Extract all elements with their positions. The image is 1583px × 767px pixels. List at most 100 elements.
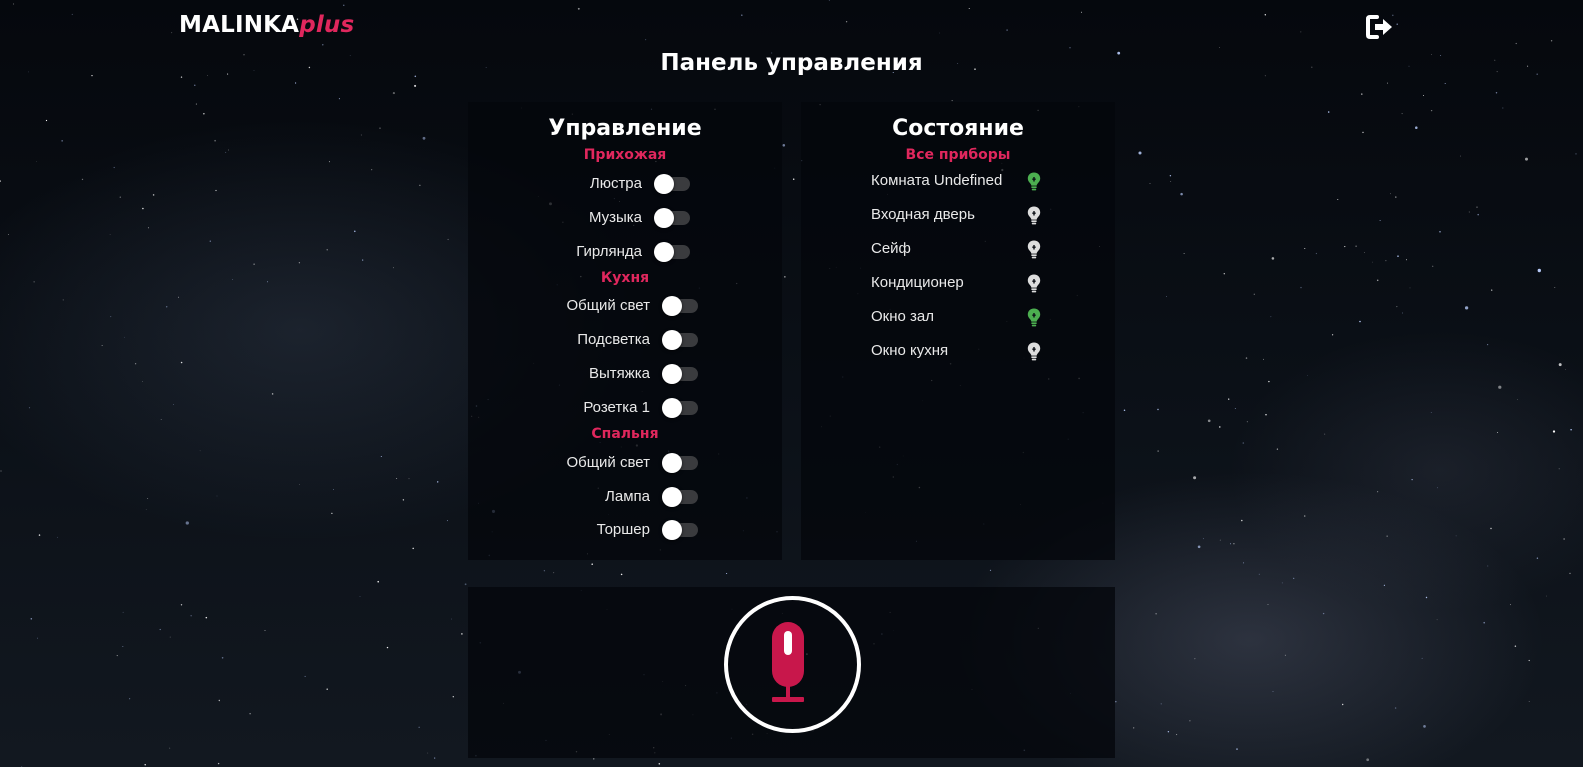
star: [362, 259, 364, 261]
star: [1377, 491, 1379, 493]
device-toggle[interactable]: [654, 242, 690, 262]
star: [1271, 257, 1275, 260]
lightbulb-icon: [1027, 274, 1041, 293]
sign-out-icon: [1366, 15, 1392, 39]
star: [36, 160, 37, 162]
star: [1514, 645, 1517, 647]
star: [328, 161, 330, 163]
star: [1394, 707, 1397, 709]
device-toggle[interactable]: [654, 208, 690, 228]
star: [1476, 206, 1478, 208]
star: [1525, 157, 1528, 161]
status-panel: Состояние Все приборы Комната Undefined В…: [801, 102, 1115, 560]
toggle-knob: [662, 364, 682, 384]
star: [1546, 595, 1548, 597]
device-toggle[interactable]: [662, 398, 698, 418]
star: [1487, 565, 1489, 567]
device-toggle[interactable]: [662, 520, 698, 540]
star: [160, 419, 162, 420]
star: [1303, 515, 1306, 517]
star: [264, 630, 266, 631]
logout-button[interactable]: [1366, 14, 1394, 40]
star: [322, 44, 324, 46]
star: [216, 495, 218, 497]
star: [1265, 413, 1267, 416]
star: [437, 481, 439, 483]
star: [227, 149, 230, 151]
star: [1397, 255, 1399, 257]
star: [271, 393, 274, 395]
star: [1464, 306, 1469, 310]
star: [1477, 213, 1479, 216]
star: [1537, 268, 1541, 273]
toggle-knob: [654, 242, 674, 262]
control-panel: Управление Прихожая Люстра Музыка Гирлянда К…: [468, 102, 782, 560]
star: [1430, 109, 1433, 112]
device-label: Лампа: [605, 488, 650, 505]
star: [427, 752, 429, 754]
device-label: Люстра: [589, 175, 642, 192]
star: [61, 140, 63, 142]
device-control-row: Розетка 1: [468, 398, 782, 419]
star: [333, 489, 334, 490]
star: [414, 84, 417, 87]
star: [782, 144, 786, 147]
device-label: Розетка 1: [583, 399, 650, 416]
star: [180, 76, 183, 78]
star: [741, 14, 743, 16]
brand-logo[interactable]: MALINKAplus: [179, 12, 354, 38]
device-toggle[interactable]: [662, 330, 698, 350]
star: [1270, 316, 1272, 318]
voice-command-button[interactable]: [724, 596, 861, 733]
device-toggle[interactable]: [662, 364, 698, 384]
star: [1387, 82, 1388, 84]
star: [1219, 426, 1221, 428]
star: [418, 726, 420, 728]
star: [1487, 344, 1489, 346]
star: [1243, 562, 1245, 564]
star: [267, 281, 269, 283]
lightbulb-icon: [1027, 308, 1041, 327]
star: [1517, 399, 1519, 400]
toggle-knob: [662, 487, 682, 507]
device-toggle[interactable]: [662, 453, 698, 473]
star: [392, 92, 395, 95]
toggle-knob: [662, 398, 682, 418]
star: [1138, 151, 1142, 155]
star: [326, 249, 328, 251]
star: [1069, 47, 1071, 49]
star: [1468, 211, 1470, 213]
star: [299, 484, 300, 485]
star: [1396, 23, 1398, 25]
star: [13, 3, 15, 5]
star: [343, 4, 345, 6]
device-control-row: Подсветка: [468, 330, 782, 351]
star: [1293, 577, 1295, 580]
star: [57, 536, 58, 538]
star: [1421, 657, 1423, 659]
lightbulb-icon: [1027, 206, 1041, 225]
star: [1228, 398, 1230, 400]
device-label: Общий свет: [566, 297, 650, 314]
star: [1300, 286, 1302, 289]
star: [144, 763, 146, 766]
star: [371, 169, 373, 171]
star: [1183, 253, 1185, 254]
star: [591, 563, 593, 565]
device-toggle[interactable]: [662, 296, 698, 316]
device-toggle[interactable]: [654, 174, 690, 194]
star: [951, 100, 953, 102]
star: [1409, 287, 1411, 289]
star: [101, 345, 103, 346]
device-toggle[interactable]: [662, 487, 698, 507]
device-status-row: Комната Undefined: [801, 172, 1115, 192]
star: [1536, 557, 1539, 559]
star: [1554, 287, 1556, 288]
star: [1455, 535, 1457, 537]
star: [620, 573, 623, 576]
star: [1180, 192, 1183, 196]
star: [1167, 730, 1170, 733]
star: [134, 363, 137, 365]
star: [1528, 701, 1530, 702]
star: [1415, 126, 1418, 129]
